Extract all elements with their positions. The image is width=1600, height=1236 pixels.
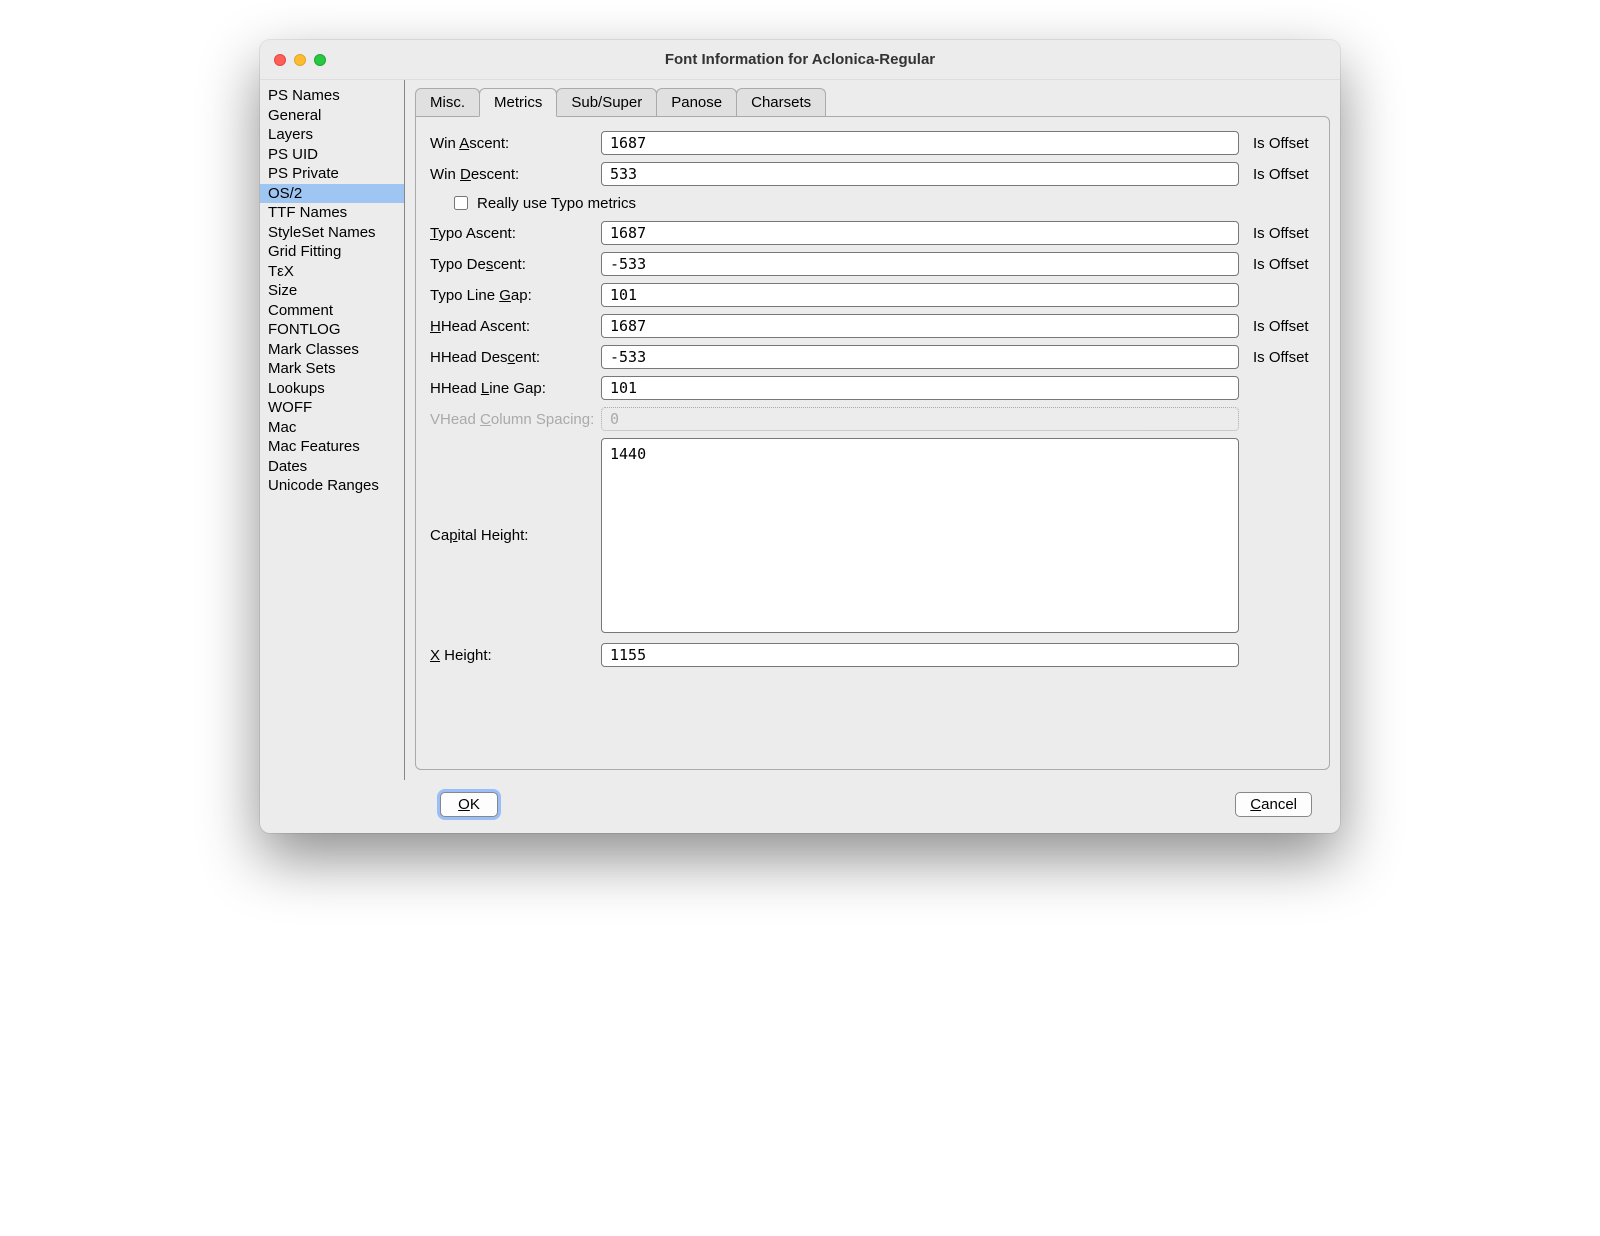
vhead-col-spacing-label: VHead Column Spacing: — [430, 411, 595, 428]
sidebar-item-ps-uid[interactable]: PS UID — [260, 145, 404, 165]
sidebar-item-ps-names[interactable]: PS Names — [260, 86, 404, 106]
hhead-ascent-offset[interactable]: Is Offset — [1245, 318, 1315, 335]
tab-charsets[interactable]: Charsets — [736, 88, 826, 116]
window-title: Font Information for Aclonica-Regular — [260, 51, 1340, 68]
tab-panose[interactable]: Panose — [656, 88, 737, 116]
hhead-descent-input[interactable] — [601, 345, 1239, 369]
sidebar-item-ps-private[interactable]: PS Private — [260, 164, 404, 184]
typo-line-gap-input[interactable] — [601, 283, 1239, 307]
win-descent-label: Win Descent: — [430, 166, 595, 183]
tab-misc-[interactable]: Misc. — [415, 88, 480, 116]
sidebar-item-lookups[interactable]: Lookups — [260, 379, 404, 399]
typo-ascent-label: Typo Ascent: — [430, 225, 595, 242]
hhead-descent-offset[interactable]: Is Offset — [1245, 349, 1315, 366]
tab-metrics[interactable]: Metrics — [479, 88, 557, 117]
sidebar-item-size[interactable]: Size — [260, 281, 404, 301]
x-height-input[interactable] — [601, 643, 1239, 667]
hhead-line-gap-label: HHead Line Gap: — [430, 380, 595, 397]
hhead-descent-label: HHead Descent: — [430, 349, 595, 366]
sidebar-item-woff[interactable]: WOFF — [260, 398, 404, 418]
dialog-footer: OK Cancel — [260, 780, 1340, 833]
hhead-line-gap-input[interactable] — [601, 376, 1239, 400]
hhead-ascent-label: HHead Ascent: — [430, 318, 595, 335]
sidebar-item-mark-sets[interactable]: Mark Sets — [260, 359, 404, 379]
sidebar: PS NamesGeneralLayersPS UIDPS PrivateOS/… — [260, 80, 405, 780]
ok-button[interactable]: OK — [440, 792, 498, 817]
typo-descent-label: Typo Descent: — [430, 256, 595, 273]
traffic-lights — [260, 54, 326, 66]
vhead-col-spacing-input — [601, 407, 1239, 431]
titlebar: Font Information for Aclonica-Regular — [260, 40, 1340, 80]
tab-bar: Misc.MetricsSub/SuperPanoseCharsets — [415, 88, 1330, 116]
sidebar-item-layers[interactable]: Layers — [260, 125, 404, 145]
zoom-icon[interactable] — [314, 54, 326, 66]
win-ascent-input[interactable] — [601, 131, 1239, 155]
metrics-panel: Win Ascent: Is Offset Win Descent: Is Of… — [415, 116, 1330, 770]
sidebar-item-comment[interactable]: Comment — [260, 301, 404, 321]
typo-line-gap-label: Typo Line Gap: — [430, 287, 595, 304]
sidebar-item-mac-features[interactable]: Mac Features — [260, 437, 404, 457]
typo-ascent-offset[interactable]: Is Offset — [1245, 225, 1315, 242]
sidebar-item-os-2[interactable]: OS/2 — [260, 184, 404, 204]
use-typo-label: Really use Typo metrics — [477, 195, 636, 212]
sidebar-item-ttf-names[interactable]: TTF Names — [260, 203, 404, 223]
main-panel: Misc.MetricsSub/SuperPanoseCharsets Win … — [405, 80, 1340, 780]
minimize-icon[interactable] — [294, 54, 306, 66]
tab-sub-super[interactable]: Sub/Super — [556, 88, 657, 116]
sidebar-item-mac[interactable]: Mac — [260, 418, 404, 438]
close-icon[interactable] — [274, 54, 286, 66]
typo-descent-input[interactable] — [601, 252, 1239, 276]
capital-height-input[interactable]: 1440 — [601, 438, 1239, 633]
win-descent-input[interactable] — [601, 162, 1239, 186]
sidebar-item-grid-fitting[interactable]: Grid Fitting — [260, 242, 404, 262]
font-info-window: Font Information for Aclonica-Regular PS… — [260, 40, 1340, 833]
capital-height-label: Capital Height: — [430, 527, 595, 544]
sidebar-item-unicode-ranges[interactable]: Unicode Ranges — [260, 476, 404, 496]
win-descent-offset[interactable]: Is Offset — [1245, 166, 1315, 183]
x-height-label: X Height: — [430, 647, 595, 664]
cancel-button[interactable]: Cancel — [1235, 792, 1312, 817]
sidebar-item-mark-classes[interactable]: Mark Classes — [260, 340, 404, 360]
hhead-ascent-input[interactable] — [601, 314, 1239, 338]
sidebar-item-fontlog[interactable]: FONTLOG — [260, 320, 404, 340]
win-ascent-label: Win Ascent: — [430, 135, 595, 152]
sidebar-item-general[interactable]: General — [260, 106, 404, 126]
sidebar-item-styleset-names[interactable]: StyleSet Names — [260, 223, 404, 243]
typo-descent-offset[interactable]: Is Offset — [1245, 256, 1315, 273]
sidebar-item-dates[interactable]: Dates — [260, 457, 404, 477]
typo-ascent-input[interactable] — [601, 221, 1239, 245]
use-typo-checkbox[interactable] — [454, 196, 468, 210]
win-ascent-offset[interactable]: Is Offset — [1245, 135, 1315, 152]
sidebar-item-t-x[interactable]: TεX — [260, 262, 404, 282]
